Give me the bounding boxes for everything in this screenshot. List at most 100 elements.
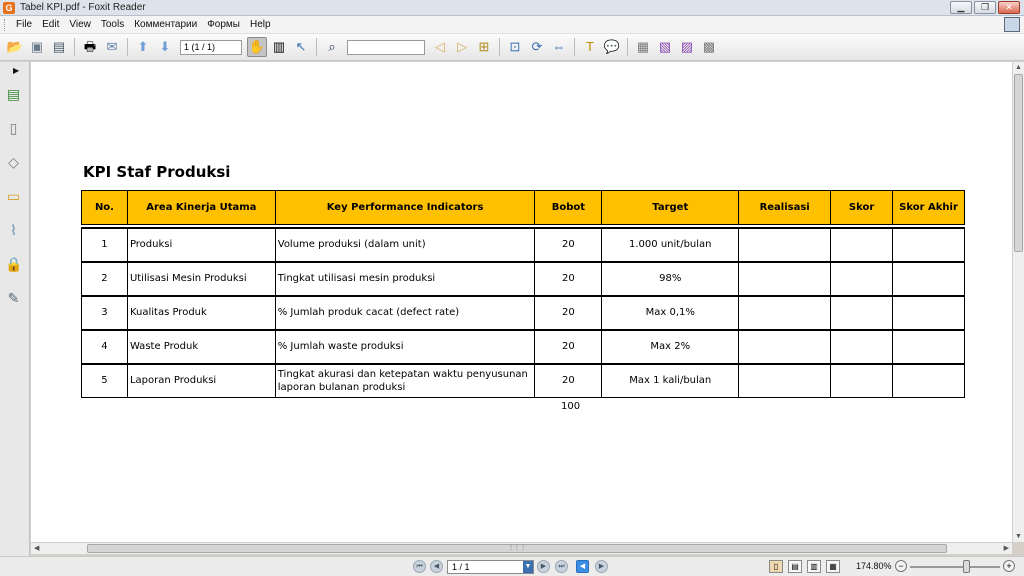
form-highlight-icon[interactable]: ▨	[677, 37, 697, 57]
snapshot-icon[interactable]: ▧	[655, 37, 675, 57]
cell-area: Waste Produk	[126, 328, 276, 364]
cell-realisasi	[738, 260, 832, 296]
header-realisasi: Realisasi	[738, 190, 832, 225]
tools-grid-icon[interactable]: ▩	[699, 37, 719, 57]
navigation-panel: ▶ ▤ ▯ ◇ ▭ ⌇ 🔒 ✎	[0, 62, 30, 556]
prev-page-icon[interactable]: ◀	[430, 560, 443, 573]
facing-view-icon[interactable]: ▥	[807, 560, 821, 573]
close-button[interactable]: ✕	[998, 1, 1020, 14]
minimize-button[interactable]: ▁	[950, 1, 972, 14]
attachments-panel-icon[interactable]: ⌇	[5, 222, 22, 239]
zoom-level: 174.80%	[856, 561, 892, 571]
zoom-slider-track[interactable]	[910, 566, 1000, 568]
pages-panel-icon[interactable]: ▤	[5, 86, 22, 103]
search-input[interactable]	[347, 39, 425, 55]
rotate-icon[interactable]: ⟳	[527, 37, 547, 57]
restore-doc-icon[interactable]	[1004, 17, 1020, 32]
cell-area: Laporan Produksi	[126, 362, 276, 398]
scroll-left-arrow-icon[interactable]: ◀	[34, 544, 39, 552]
find-binoculars-icon[interactable]: ⌕	[322, 37, 342, 57]
fit-width-icon[interactable]: ⇔	[549, 37, 569, 57]
horizontal-scroll-thumb[interactable]: ⋮⋮⋮	[87, 544, 947, 553]
layers-panel-icon[interactable]: ◇	[5, 154, 22, 171]
cell-kpi: % Jumlah produk cacat (defect rate)	[274, 294, 536, 330]
typewriter-icon[interactable]: T	[580, 37, 600, 57]
open-folder-icon[interactable]: 📂	[5, 37, 25, 57]
zoom-out-icon[interactable]: −	[895, 560, 907, 572]
cell-no: 5	[81, 362, 128, 398]
print-icon[interactable]: 🖶	[80, 37, 100, 57]
save-icon[interactable]: ▣	[27, 37, 47, 57]
cell-skor	[830, 362, 894, 398]
cell-realisasi	[738, 362, 832, 398]
document-title: KPI Staf Produksi	[83, 163, 231, 181]
page-selector[interactable]: 1 / 1 ▼	[447, 560, 534, 574]
header-bobot: Bobot	[534, 190, 603, 225]
zoom-options-icon[interactable]: ⊞	[474, 37, 494, 57]
table-row: 3 Kualitas Produk % Jumlah produk cacat …	[81, 294, 965, 330]
continuous-view-icon[interactable]: ▤	[788, 560, 802, 573]
next-page-icon[interactable]: ⬇	[155, 37, 175, 57]
cell-kpi: % Jumlah waste produksi	[274, 328, 536, 364]
header-skor: Skor	[830, 190, 894, 225]
menu-view[interactable]: View	[64, 19, 96, 30]
menu-file[interactable]: File	[11, 19, 37, 30]
expand-panel-arrow-icon[interactable]: ▶	[13, 66, 19, 75]
toolbar-separator	[316, 38, 317, 56]
search-next-icon[interactable]: ▷	[452, 37, 472, 57]
document-view[interactable]: KPI Staf Produksi No. Area Kinerja Utama…	[31, 62, 1012, 542]
go-back-icon[interactable]: ◀	[576, 560, 589, 573]
first-page-icon[interactable]: ⏮	[413, 560, 426, 573]
page-number-input[interactable]: 1 (1 / 1)	[180, 39, 242, 55]
save-as-icon[interactable]: ▤	[49, 37, 69, 57]
cell-area: Kualitas Produk	[126, 294, 276, 330]
scroll-right-arrow-icon[interactable]: ▶	[1004, 544, 1009, 552]
scroll-down-arrow-icon[interactable]: ▼	[1015, 533, 1022, 540]
signature-panel-icon[interactable]: ✎	[5, 290, 22, 307]
cell-kpi: Tingkat akurasi dan ketepatan waktu peny…	[274, 362, 536, 398]
foxit-app-icon[interactable]: G	[3, 1, 15, 14]
email-icon[interactable]: ✉	[102, 37, 122, 57]
main-toolbar: 📂 ▣ ▤ 🖶 ✉ ⬆ ⬇ 1 (1 / 1) ✋ ▥ ↖ ⌕ ◁ ▷ ⊞ ⊡ …	[0, 34, 1024, 61]
go-forward-icon[interactable]: ▶	[595, 560, 608, 573]
continuous-facing-view-icon[interactable]: ▦	[826, 560, 840, 573]
scroll-up-arrow-icon[interactable]: ▲	[1015, 64, 1022, 71]
comments-panel-icon[interactable]: ▭	[5, 188, 22, 205]
search-previous-icon[interactable]: ◁	[430, 37, 450, 57]
dropdown-arrow-icon[interactable]: ▼	[523, 561, 533, 573]
cell-realisasi	[738, 328, 832, 364]
maximize-button[interactable]: ❐	[974, 1, 996, 14]
bookmarks-panel-icon[interactable]: ▯	[5, 120, 22, 137]
menu-forms[interactable]: Формы	[202, 19, 245, 30]
zoom-in-icon[interactable]: +	[1003, 560, 1015, 572]
table-row: 1 Produksi Volume produksi (dalam unit) …	[81, 226, 965, 262]
table-row: 2 Utilisasi Mesin Produksi Tingkat utili…	[81, 260, 965, 296]
menu-tools[interactable]: Tools	[96, 19, 129, 30]
security-lock-icon[interactable]: 🔒	[5, 256, 22, 273]
toolbar-separator	[627, 38, 628, 56]
previous-page-icon[interactable]: ⬆	[133, 37, 153, 57]
vertical-scrollbar[interactable]: ▲ ▼	[1012, 62, 1024, 542]
cell-skor-akhir	[892, 294, 965, 330]
vertical-scroll-thumb[interactable]	[1014, 74, 1023, 252]
page-selector-label: 1 / 1	[452, 562, 470, 572]
menu-grip[interactable]	[4, 18, 7, 31]
pointer-select-icon[interactable]: ↖	[291, 37, 311, 57]
single-page-view-icon[interactable]: ▯	[769, 560, 783, 573]
comment-note-icon[interactable]: 💬	[602, 37, 622, 57]
cell-skor-akhir	[892, 328, 965, 364]
fit-page-icon[interactable]: ⊡	[505, 37, 525, 57]
cell-skor-akhir	[892, 260, 965, 296]
toolbar-separator	[127, 38, 128, 56]
bookmark-add-icon[interactable]: ▦	[633, 37, 653, 57]
last-page-icon[interactable]: ⏭	[555, 560, 568, 573]
menu-comments[interactable]: Комментарии	[129, 19, 202, 30]
cell-target: Max 0,1%	[601, 294, 740, 330]
horizontal-scrollbar[interactable]: ◀ ⋮⋮⋮ ▶	[31, 542, 1012, 554]
next-page-status-icon[interactable]: ▶	[537, 560, 550, 573]
text-select-icon[interactable]: ▥	[269, 37, 289, 57]
menu-help[interactable]: Help	[245, 19, 276, 30]
zoom-slider-thumb[interactable]	[963, 560, 970, 573]
hand-tool-icon[interactable]: ✋	[247, 37, 267, 57]
menu-edit[interactable]: Edit	[37, 19, 64, 30]
